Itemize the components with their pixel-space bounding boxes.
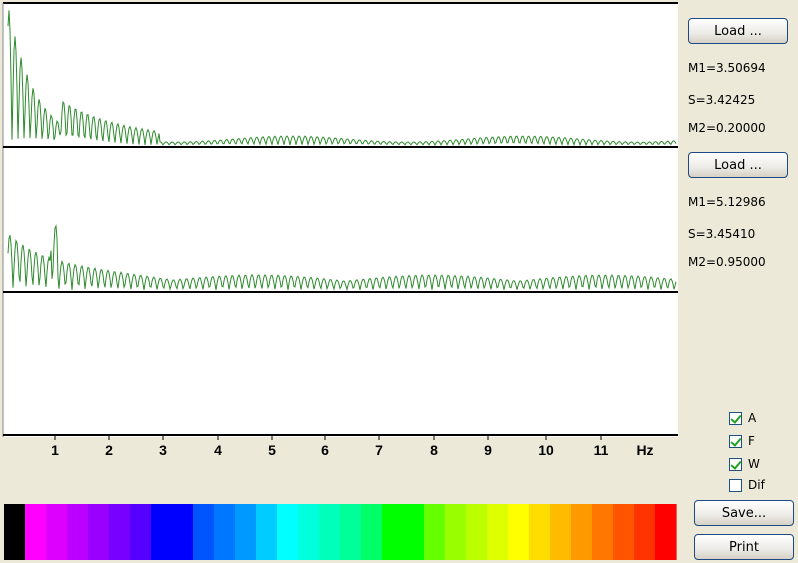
palette-swatch <box>256 504 278 560</box>
panel-1-m1: M1=3.50694 <box>688 61 766 75</box>
load-button-1[interactable]: Load ... <box>688 18 788 44</box>
option-dif-checkbox[interactable] <box>729 478 742 492</box>
palette-swatch <box>214 504 236 560</box>
option-f[interactable]: F <box>729 433 755 449</box>
axis-ticks: 1 2 3 4 5 6 7 8 9 10 11 Hz <box>51 435 654 458</box>
axis-tick-label: 10 <box>538 442 554 458</box>
palette-swatch <box>382 504 404 560</box>
option-w[interactable]: W <box>729 456 760 472</box>
axis-tick-label: 5 <box>268 442 276 458</box>
palette-swatch <box>298 504 320 560</box>
check-icon <box>730 411 742 424</box>
option-a-checkbox[interactable] <box>729 411 742 425</box>
option-f-label: F <box>748 434 755 448</box>
load-button-2[interactable]: Load ... <box>688 152 788 178</box>
palette-swatch <box>277 504 299 560</box>
panel-1-m2: M2=0.20000 <box>688 121 766 135</box>
option-a-label: A <box>748 411 757 425</box>
axis-tick-label: 7 <box>375 442 383 458</box>
option-dif-label: Dif <box>748 478 765 492</box>
axis-tick-label: 11 <box>594 442 609 458</box>
palette-swatch <box>613 504 635 560</box>
palette-swatch <box>25 504 47 560</box>
palette-swatch <box>445 504 467 560</box>
palette-swatch <box>592 504 614 560</box>
panel-2-s: S=3.45410 <box>688 227 756 241</box>
color-palette-bar <box>4 504 677 560</box>
palette-swatch <box>130 504 152 560</box>
palette-swatch <box>88 504 110 560</box>
palette-swatch <box>634 504 656 560</box>
palette-swatch <box>319 504 341 560</box>
check-icon <box>730 457 742 470</box>
palette-swatch <box>46 504 68 560</box>
palette-swatch <box>151 504 173 560</box>
axis-tick-label: 9 <box>484 442 492 458</box>
palette-swatch <box>403 504 425 560</box>
axis-tick-label: 6 <box>321 442 329 458</box>
palette-swatch <box>424 504 446 560</box>
panel-2-m1: M1=5.12986 <box>688 195 766 209</box>
spectrum-plot-area: 1 2 3 4 5 6 7 8 9 10 11 Hz <box>2 2 678 560</box>
option-f-checkbox[interactable] <box>729 434 742 448</box>
palette-swatch <box>550 504 572 560</box>
save-button[interactable]: Save... <box>694 500 794 526</box>
axis-tick-label: 2 <box>105 442 113 458</box>
plot-background <box>3 3 678 437</box>
palette-swatch <box>466 504 488 560</box>
axis-tick-label: 1 <box>51 442 59 458</box>
check-icon <box>730 434 742 447</box>
palette-swatch <box>172 504 194 560</box>
option-a[interactable]: A <box>729 410 756 426</box>
axis-tick-label: Hz <box>636 442 653 458</box>
palette-swatch <box>4 504 26 560</box>
palette-swatch <box>67 504 89 560</box>
palette-swatch <box>487 504 509 560</box>
axis-tick-label: 4 <box>214 442 222 458</box>
palette-swatch <box>235 504 257 560</box>
palette-swatch <box>655 504 677 560</box>
option-w-label: W <box>748 457 760 471</box>
option-dif[interactable]: Dif <box>729 477 765 493</box>
palette-swatch <box>571 504 593 560</box>
print-button[interactable]: Print <box>694 534 794 560</box>
palette-swatch <box>109 504 131 560</box>
palette-swatch <box>508 504 530 560</box>
option-w-checkbox[interactable] <box>729 457 742 471</box>
axis-tick-label: 3 <box>159 442 167 458</box>
palette-swatch <box>340 504 362 560</box>
palette-swatch <box>529 504 551 560</box>
panel-1-s: S=3.42425 <box>688 93 756 107</box>
axis-tick-label: 8 <box>430 442 438 458</box>
panel-2-m2: M2=0.95000 <box>688 255 766 269</box>
palette-swatch <box>193 504 215 560</box>
palette-swatch <box>361 504 383 560</box>
